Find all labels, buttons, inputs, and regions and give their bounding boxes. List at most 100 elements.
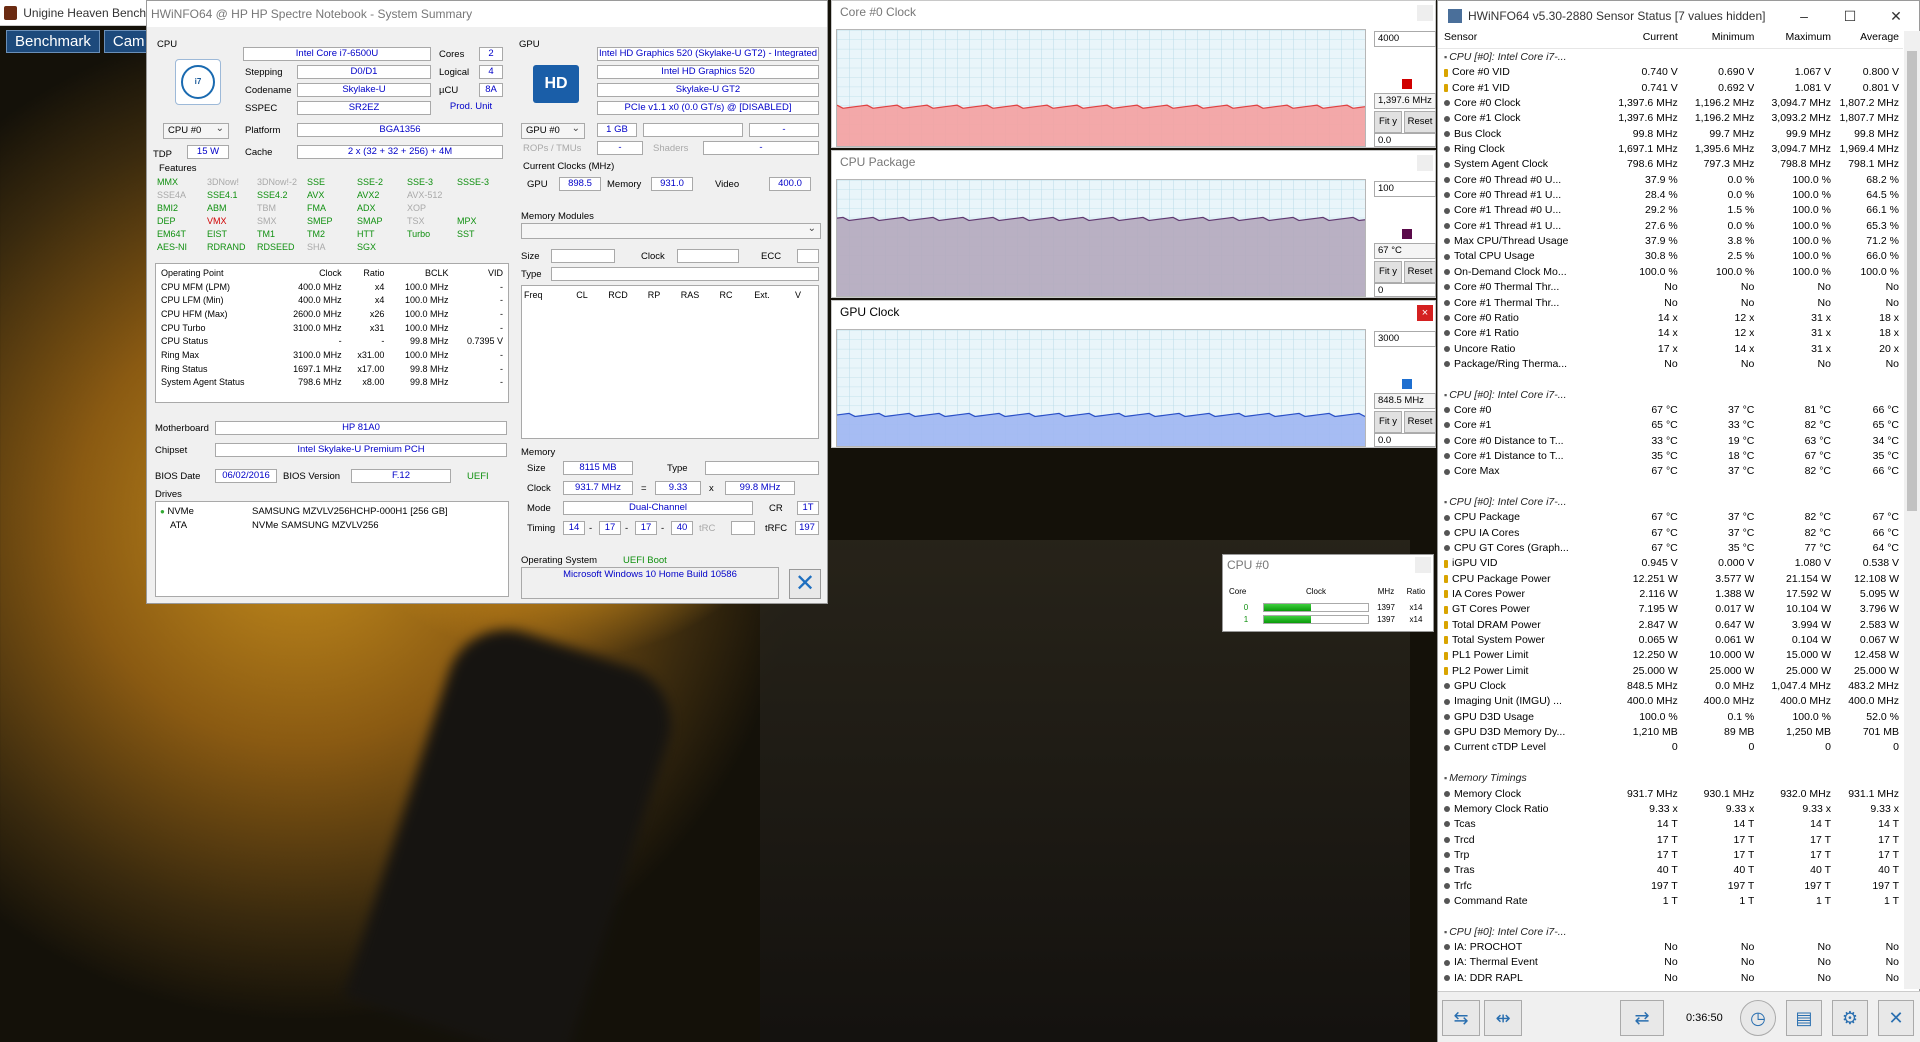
sensor-row[interactable]: Max CPU/Thread Usage 37.9 % 3.8 % 100.0 … (1438, 234, 1903, 249)
graph-close-button[interactable]: × (1417, 305, 1433, 321)
sensor-row[interactable]: Ring Clock 1,697.1 MHz 1,395.6 MHz 3,094… (1438, 142, 1903, 157)
sensor-row[interactable]: Core #0 Ratio 14 x 12 x 31 x 18 x (1438, 311, 1903, 326)
sensor-row[interactable]: Core #0 Clock 1,397.6 MHz 1,196.2 MHz 3,… (1438, 96, 1903, 111)
sensor-row[interactable]: Total System Power 0.065 W 0.061 W 0.104… (1438, 633, 1903, 648)
sensor-scrollbar[interactable] (1904, 31, 1920, 989)
close-sensors-icon[interactable]: ✕ (1878, 1000, 1914, 1036)
sensor-group-header[interactable]: ▪ CPU [#0]: Intel Core i7-... (1438, 388, 1903, 403)
sensor-row[interactable]: Trp 17 T 17 T 17 T 17 T (1438, 848, 1903, 863)
benchmark-tab[interactable]: Benchmark (6, 30, 100, 53)
col-average[interactable]: Average (1831, 31, 1903, 48)
fit-y-button[interactable]: Fit y (1374, 411, 1402, 433)
sensor-group-header[interactable]: ▪ CPU [#0]: Intel Core i7-... (1438, 925, 1903, 940)
sensor-row[interactable]: GPU D3D Usage 100.0 % 0.1 % 100.0 % 52.0… (1438, 710, 1903, 725)
memory-modules-dropdown[interactable] (521, 222, 821, 239)
col-maximum[interactable]: Maximum (1754, 31, 1831, 48)
sensor-row[interactable]: GPU Clock 848.5 MHz 0.0 MHz 1,047.4 MHz … (1438, 679, 1903, 694)
fit-y-button[interactable]: Fit y (1374, 111, 1402, 133)
sensor-row[interactable]: IA: DDR RAPL No No No No (1438, 971, 1903, 986)
sensor-row[interactable]: Core #1 Thread #1 U... 27.6 % 0.0 % 100.… (1438, 219, 1903, 234)
sensor-row[interactable]: Tcas 14 T 14 T 14 T 14 T (1438, 817, 1903, 832)
sensor-group-header[interactable]: ▪ Memory Timings (1438, 771, 1903, 786)
graph-close-button[interactable] (1417, 5, 1433, 21)
sensor-row[interactable]: Tras 40 T 40 T 40 T 40 T (1438, 863, 1903, 878)
sensor-row[interactable]: Core #0 Distance to T... 33 °C 19 °C 63 … (1438, 434, 1903, 449)
sensor-group-header[interactable]: ▪ CPU [#0]: Intel Core i7-... (1438, 495, 1903, 510)
drive-item[interactable]: ATA (170, 520, 187, 531)
sensor-row[interactable]: PL2 Power Limit 25.000 W 25.000 W 25.000… (1438, 664, 1903, 679)
sensor-row[interactable]: Trfc 197 T 197 T 197 T 197 T (1438, 879, 1903, 894)
sensor-row[interactable]: IA Cores Power 2.116 W 1.388 W 17.592 W … (1438, 587, 1903, 602)
sensor-row[interactable]: Core #0 Thread #0 U... 37.9 % 0.0 % 100.… (1438, 173, 1903, 188)
scrollbar-thumb[interactable] (1907, 51, 1917, 511)
reset-button[interactable]: Reset (1404, 261, 1436, 283)
sensor-row[interactable]: Package/Ring Therma... No No No No (1438, 357, 1903, 372)
minimize-button[interactable]: – (1781, 8, 1827, 25)
sensor-row[interactable]: Command Rate 1 T 1 T 1 T 1 T (1438, 894, 1903, 909)
cpu-selector-dropdown[interactable]: CPU #0 (163, 122, 229, 139)
sensor-row[interactable]: Core #1 Distance to T... 35 °C 18 °C 67 … (1438, 449, 1903, 464)
sensor-row[interactable]: Imaging Unit (IMGU) ... 400.0 MHz 400.0 … (1438, 694, 1903, 709)
sensor-row[interactable]: CPU Package Power 12.251 W 3.577 W 21.15… (1438, 572, 1903, 587)
sensor-row[interactable]: iGPU VID 0.945 V 0.000 V 1.080 V 0.538 V (1438, 556, 1903, 571)
sensor-row[interactable]: Core #0 VID 0.740 V 0.690 V 1.067 V 0.80… (1438, 65, 1903, 80)
collapse-arrows-icon[interactable]: ⇆ (1442, 1000, 1480, 1036)
sensor-row[interactable]: Core #0 67 °C 37 °C 81 °C 66 °C (1438, 403, 1903, 418)
reset-button[interactable]: Reset (1404, 411, 1436, 433)
reset-button[interactable]: Reset (1404, 111, 1436, 133)
col-minimum[interactable]: Minimum (1678, 31, 1755, 48)
gpu-selector-dropdown[interactable]: GPU #0 (521, 122, 585, 139)
sensor-row[interactable]: Core #0 Thermal Thr... No No No No (1438, 280, 1903, 295)
graph-min-input[interactable]: 0.0 (1374, 433, 1436, 447)
sensor-row[interactable]: Memory Clock 931.7 MHz 930.1 MHz 932.0 M… (1438, 787, 1903, 802)
sensor-row[interactable]: CPU IA Cores 67 °C 37 °C 82 °C 66 °C (1438, 526, 1903, 541)
sensor-row[interactable]: IA: Thermal Event No No No No (1438, 955, 1903, 970)
sensor-row[interactable]: On-Demand Clock Mo... 100.0 % 100.0 % 10… (1438, 265, 1903, 280)
sensor-row[interactable]: Total CPU Usage 30.8 % 2.5 % 100.0 % 66.… (1438, 249, 1903, 264)
sensor-row[interactable]: System Agent Clock 798.6 MHz 797.3 MHz 7… (1438, 157, 1903, 172)
graph-color-swatch[interactable] (1402, 379, 1412, 389)
graph-color-swatch[interactable] (1402, 229, 1412, 239)
sensor-row[interactable]: Core #1 Ratio 14 x 12 x 31 x 18 x (1438, 326, 1903, 341)
sensor-row[interactable]: GPU D3D Memory Dy... 1,210 MB 89 MB 1,25… (1438, 725, 1903, 740)
sensor-row[interactable]: IA: PROCHOT No No No No (1438, 940, 1903, 955)
cpu0-close-button[interactable] (1415, 557, 1431, 573)
graph-close-button[interactable] (1417, 155, 1433, 171)
sensor-row[interactable]: GT Cores Power 7.195 W 0.017 W 10.104 W … (1438, 602, 1903, 617)
log-file-icon[interactable]: ▤ (1786, 1000, 1822, 1036)
close-summary-icon[interactable]: ✕ (789, 569, 821, 599)
fit-y-button[interactable]: Fit y (1374, 261, 1402, 283)
sensor-row[interactable]: Uncore Ratio 17 x 14 x 31 x 20 x (1438, 342, 1903, 357)
graph-max-input[interactable]: 3000 (1374, 331, 1436, 347)
clock-icon[interactable]: ◷ (1740, 1000, 1776, 1036)
sensor-row[interactable]: Core #1 Clock 1,397.6 MHz 1,196.2 MHz 3,… (1438, 111, 1903, 126)
graph-min-input[interactable]: 0 (1374, 283, 1436, 297)
close-button[interactable]: ✕ (1873, 8, 1919, 25)
settings-gear-icon[interactable]: ⚙ (1832, 1000, 1868, 1036)
sensor-row[interactable]: Memory Clock Ratio 9.33 x 9.33 x 9.33 x … (1438, 802, 1903, 817)
sensor-row[interactable]: Total DRAM Power 2.847 W 0.647 W 3.994 W… (1438, 618, 1903, 633)
sensor-row[interactable]: Core #0 Thread #1 U... 28.4 % 0.0 % 100.… (1438, 188, 1903, 203)
sensor-group-header[interactable]: ▪ CPU [#0]: Intel Core i7-... (1438, 50, 1903, 65)
graph-min-input[interactable]: 0.0 (1374, 133, 1436, 147)
maximize-button[interactable]: ☐ (1827, 8, 1873, 25)
network-icon[interactable]: ⇄ (1620, 1000, 1664, 1036)
sensor-row[interactable]: Bus Clock 99.8 MHz 99.7 MHz 99.9 MHz 99.… (1438, 127, 1903, 142)
sensor-row[interactable]: Core #1 Thread #0 U... 29.2 % 1.5 % 100.… (1438, 203, 1903, 218)
sensor-row[interactable]: PL1 Power Limit 12.250 W 10.000 W 15.000… (1438, 648, 1903, 663)
col-sensor[interactable]: Sensor (1438, 31, 1609, 48)
graph-max-input[interactable]: 100 (1374, 181, 1436, 197)
sensor-row[interactable]: Core Max 67 °C 37 °C 82 °C 66 °C (1438, 464, 1903, 479)
graph-max-input[interactable]: 4000 (1374, 31, 1436, 47)
sensor-row[interactable]: CPU GT Cores (Graph... 67 °C 35 °C 77 °C… (1438, 541, 1903, 556)
graph-color-swatch[interactable] (1402, 79, 1412, 89)
sensor-row[interactable]: Core #1 65 °C 33 °C 82 °C 65 °C (1438, 418, 1903, 433)
sensor-row[interactable]: Core #1 Thermal Thr... No No No No (1438, 296, 1903, 311)
col-current[interactable]: Current (1609, 31, 1678, 48)
sensor-row[interactable]: Trcd 17 T 17 T 17 T 17 T (1438, 833, 1903, 848)
sensor-row[interactable]: Core #1 VID 0.741 V 0.692 V 1.081 V 0.80… (1438, 81, 1903, 96)
sensor-row[interactable]: Current cTDP Level 0 0 0 0 (1438, 740, 1903, 755)
sensor-row[interactable]: CPU Package 67 °C 37 °C 82 °C 67 °C (1438, 510, 1903, 525)
drive-item[interactable]: ● NVMe (160, 506, 194, 517)
expand-arrows-icon[interactable]: ⇹ (1484, 1000, 1522, 1036)
